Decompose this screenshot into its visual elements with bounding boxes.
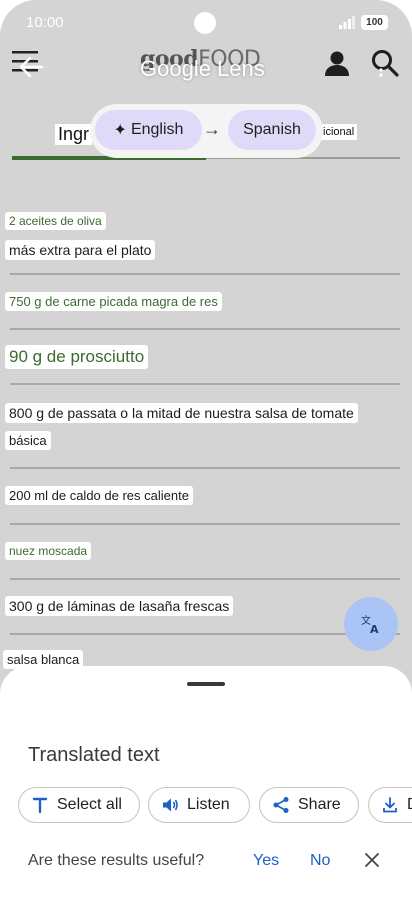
ingredient-item[interactable]: básica [5,431,51,450]
tab-nutrition[interactable]: icional [320,124,358,140]
source-language-label: English [130,121,184,138]
ingredient-divider [10,633,400,635]
feedback-yes-button[interactable]: Yes [253,852,279,870]
google-lens-title: Google Lens [140,56,265,81]
speaker-icon [163,798,178,812]
translate-icon: 文 A [361,614,379,635]
account-icon[interactable] [322,48,352,78]
ingredient-divider [10,578,400,580]
front-camera [194,12,216,34]
source-language-button[interactable]: ✦ English [95,110,202,150]
translation-sheet: Translated text Select all Listen Share … [0,666,412,898]
app-header: goodFOOD Google Lens [0,40,412,100]
share-icon [273,797,289,813]
sheet-title: Translated text [28,744,160,766]
ingredient-item[interactable]: 750 g de carne picada magra de res [5,292,222,311]
share-label: Share [298,796,341,813]
battery-icon: 100 [361,15,388,30]
target-language-label: Spanish [243,121,301,138]
ingredient-divider [10,383,400,385]
ingredient-item[interactable]: 2 aceites de oliva [5,212,106,230]
ingredient-item[interactable]: 200 ml de caldo de res caliente [5,486,193,505]
download-label: D [407,796,412,814]
ingredient-item[interactable]: 90 g de prosciutto [5,345,149,369]
arrow-right-icon: → [203,119,221,139]
ingredient-item[interactable]: 300 g de láminas de lasaña frescas [5,596,234,616]
signal-icon [339,16,355,29]
lens-screen: 10:00 100 goodFOOD Google Lens Ingr icio… [0,0,412,898]
listen-button[interactable]: Listen [148,787,250,823]
language-selector: ✦ English → Spanish [90,104,323,158]
download-button[interactable]: D [368,787,412,823]
svg-text:A: A [370,623,379,635]
status-time: 10:00 [26,14,64,31]
ingredient-item[interactable]: 800 g de passata o la mitad de nuestra s… [5,403,358,423]
download-icon [383,797,397,813]
translate-button[interactable]: 文 A [344,597,398,651]
back-arrow-icon[interactable] [18,54,44,80]
listen-label: Listen [187,796,230,813]
close-icon[interactable] [362,850,382,870]
sheet-drag-handle[interactable] [187,682,225,686]
ingredient-divider [10,328,400,330]
search-icon[interactable] [370,48,400,78]
target-language-button[interactable]: Spanish [228,110,316,150]
action-row: Select all Listen Share [18,787,412,825]
sparkle-icon: ✦ [113,122,127,139]
ingredient-item[interactable]: más extra para el plato [5,240,156,260]
select-all-label: Select all [57,796,122,813]
ingredient-item[interactable]: nuez moscada [5,542,92,560]
feedback-question: Are these results useful? [28,852,205,869]
text-select-icon [32,797,48,814]
ingredient-divider [10,523,400,525]
share-button[interactable]: Share [259,787,359,823]
select-all-button[interactable]: Select all [18,787,140,823]
feedback-no-button[interactable]: No [310,852,330,870]
tab-ingredients[interactable]: Ingr [55,124,93,145]
ingredient-divider [10,467,400,469]
status-bar: 10:00 100 [0,0,412,44]
ingredient-divider [10,273,400,275]
